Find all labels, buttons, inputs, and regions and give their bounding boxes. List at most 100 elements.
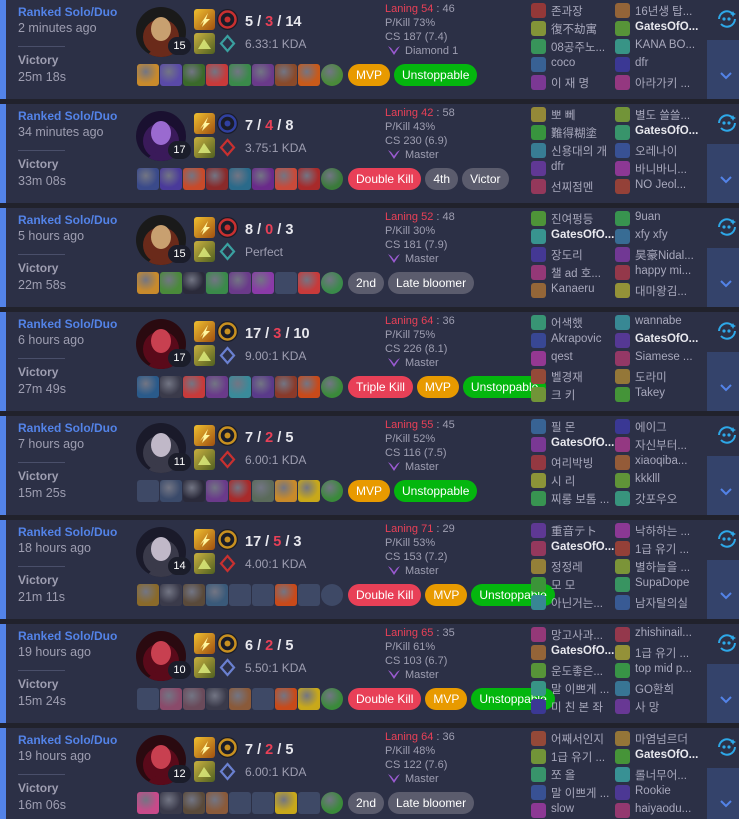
- player-name[interactable]: slow: [551, 803, 621, 815]
- secondary-rune-icon[interactable]: [217, 137, 238, 158]
- item-icon[interactable]: [229, 688, 251, 710]
- item-icon[interactable]: [160, 376, 182, 398]
- player-row[interactable]: 여리박빙: [531, 454, 615, 471]
- player-name[interactable]: GatesOfO...: [635, 749, 705, 761]
- player-row[interactable]: 대마왕김...: [615, 282, 699, 299]
- player-row[interactable]: 어색했: [531, 314, 615, 331]
- player-name[interactable]: GatesOfO...: [635, 21, 705, 33]
- keystone-rune-icon[interactable]: [217, 425, 238, 446]
- player-row[interactable]: 신용대의 개: [531, 142, 615, 159]
- item-icon[interactable]: [206, 376, 228, 398]
- player-row[interactable]: 아라가키 ...: [615, 74, 699, 91]
- expand-match-button[interactable]: [707, 456, 739, 515]
- player-row[interactable]: Akrapovic: [531, 332, 615, 349]
- expand-match-button[interactable]: [707, 560, 739, 619]
- player-name[interactable]: dfr: [635, 57, 705, 69]
- player-row[interactable]: 망고사과...: [531, 626, 615, 643]
- player-row[interactable]: 챌 ad 호...: [531, 264, 615, 281]
- keystone-rune-icon[interactable]: [217, 217, 238, 238]
- item-icon[interactable]: [298, 376, 320, 398]
- player-name[interactable]: 대마왕김...: [635, 283, 705, 299]
- item-icon[interactable]: [183, 480, 205, 502]
- item-icon[interactable]: [160, 688, 182, 710]
- player-row[interactable]: GatesOfO...: [615, 124, 699, 141]
- player-row[interactable]: 사 망: [615, 698, 699, 715]
- player-row[interactable]: 모 모: [531, 576, 615, 593]
- player-name[interactable]: 1급 유기 ...: [635, 541, 705, 557]
- item-icon[interactable]: [160, 64, 182, 86]
- flash-spell-icon[interactable]: [194, 113, 215, 134]
- item-icon[interactable]: [206, 584, 228, 606]
- item-icon[interactable]: [229, 272, 251, 294]
- item-icon[interactable]: [206, 272, 228, 294]
- secondary-rune-icon[interactable]: [217, 553, 238, 574]
- player-name[interactable]: 모 모: [551, 577, 621, 593]
- player-row[interactable]: 어째서인지: [531, 730, 615, 747]
- secondary-spell-icon[interactable]: [194, 553, 215, 574]
- expand-match-button[interactable]: [707, 768, 739, 819]
- flash-spell-icon[interactable]: [194, 9, 215, 30]
- player-name[interactable]: kkklll: [635, 473, 705, 485]
- player-name[interactable]: 운도좋은...: [551, 663, 621, 679]
- item-icon[interactable]: [183, 168, 205, 190]
- item-icon[interactable]: [183, 272, 205, 294]
- player-name[interactable]: GO환희: [635, 681, 705, 697]
- player-name[interactable]: 말 이쁘게 ...: [551, 785, 621, 801]
- player-name[interactable]: 선찌점멘: [551, 179, 621, 195]
- player-name[interactable]: 도라미: [635, 369, 705, 385]
- player-name[interactable]: zhishinail...: [635, 627, 705, 639]
- item-icon[interactable]: [183, 584, 205, 606]
- player-name[interactable]: dfr: [551, 161, 621, 173]
- flash-spell-icon[interactable]: [194, 217, 215, 238]
- item-icon[interactable]: [183, 792, 205, 814]
- secondary-spell-icon[interactable]: [194, 449, 215, 470]
- item-icon[interactable]: [275, 168, 297, 190]
- player-row[interactable]: 갓포우오: [615, 490, 699, 507]
- player-row[interactable]: 시 리: [531, 472, 615, 489]
- player-name[interactable]: 9uan: [635, 211, 705, 223]
- player-name[interactable]: 여리박빙: [551, 455, 621, 471]
- item-icon[interactable]: [252, 480, 274, 502]
- player-row[interactable]: 존과장: [531, 2, 615, 19]
- player-name[interactable]: GatesOfO...: [551, 645, 621, 657]
- player-name[interactable]: 사 망: [635, 699, 705, 715]
- player-name[interactable]: xfy xfy: [635, 229, 705, 241]
- player-row[interactable]: GatesOfO...: [531, 644, 615, 661]
- player-name[interactable]: 뽀 뻬: [551, 107, 621, 123]
- ward-trinket-icon[interactable]: [321, 792, 343, 814]
- player-name[interactable]: Rookie: [635, 785, 705, 797]
- player-name[interactable]: 미 친 본 좌: [551, 699, 621, 715]
- ward-trinket-icon[interactable]: [321, 168, 343, 190]
- item-icon[interactable]: [298, 64, 320, 86]
- player-name[interactable]: 아닌거는...: [551, 595, 621, 611]
- player-row[interactable]: 낙하하는 ...: [615, 522, 699, 539]
- ai-analysis-button[interactable]: [707, 104, 739, 142]
- player-name[interactable]: 바니바니...: [635, 161, 705, 177]
- item-icon[interactable]: [252, 168, 274, 190]
- flash-spell-icon[interactable]: [194, 321, 215, 342]
- player-name[interactable]: 찌롱 보톰 ...: [551, 491, 621, 507]
- match-card[interactable]: Ranked Solo/Duo 19 hours ago Victory 16m…: [0, 728, 739, 819]
- player-row[interactable]: 자신부터...: [615, 436, 699, 453]
- player-name[interactable]: GatesOfO...: [551, 437, 621, 449]
- flash-spell-icon[interactable]: [194, 425, 215, 446]
- ward-trinket-icon[interactable]: [321, 272, 343, 294]
- player-row[interactable]: NO Jeol...: [615, 178, 699, 195]
- secondary-spell-icon[interactable]: [194, 137, 215, 158]
- item-icon[interactable]: [160, 792, 182, 814]
- ai-analysis-button[interactable]: [707, 312, 739, 350]
- player-row[interactable]: wannabe: [615, 314, 699, 331]
- secondary-rune-icon[interactable]: [217, 657, 238, 678]
- player-row[interactable]: Kanaeru: [531, 282, 615, 299]
- player-row[interactable]: 바니바니...: [615, 160, 699, 177]
- player-name[interactable]: 말 이쁘게 ...: [551, 681, 621, 697]
- player-name[interactable]: 에이그: [635, 419, 705, 435]
- player-row[interactable]: 昊豪Nidal...: [615, 246, 699, 263]
- item-icon[interactable]: [137, 376, 159, 398]
- player-row[interactable]: dfr: [531, 160, 615, 177]
- item-icon[interactable]: [137, 64, 159, 86]
- player-row[interactable]: 이 재 명: [531, 74, 615, 91]
- item-icon[interactable]: [160, 272, 182, 294]
- player-name[interactable]: 어째서인지: [551, 731, 621, 747]
- player-row[interactable]: 에이그: [615, 418, 699, 435]
